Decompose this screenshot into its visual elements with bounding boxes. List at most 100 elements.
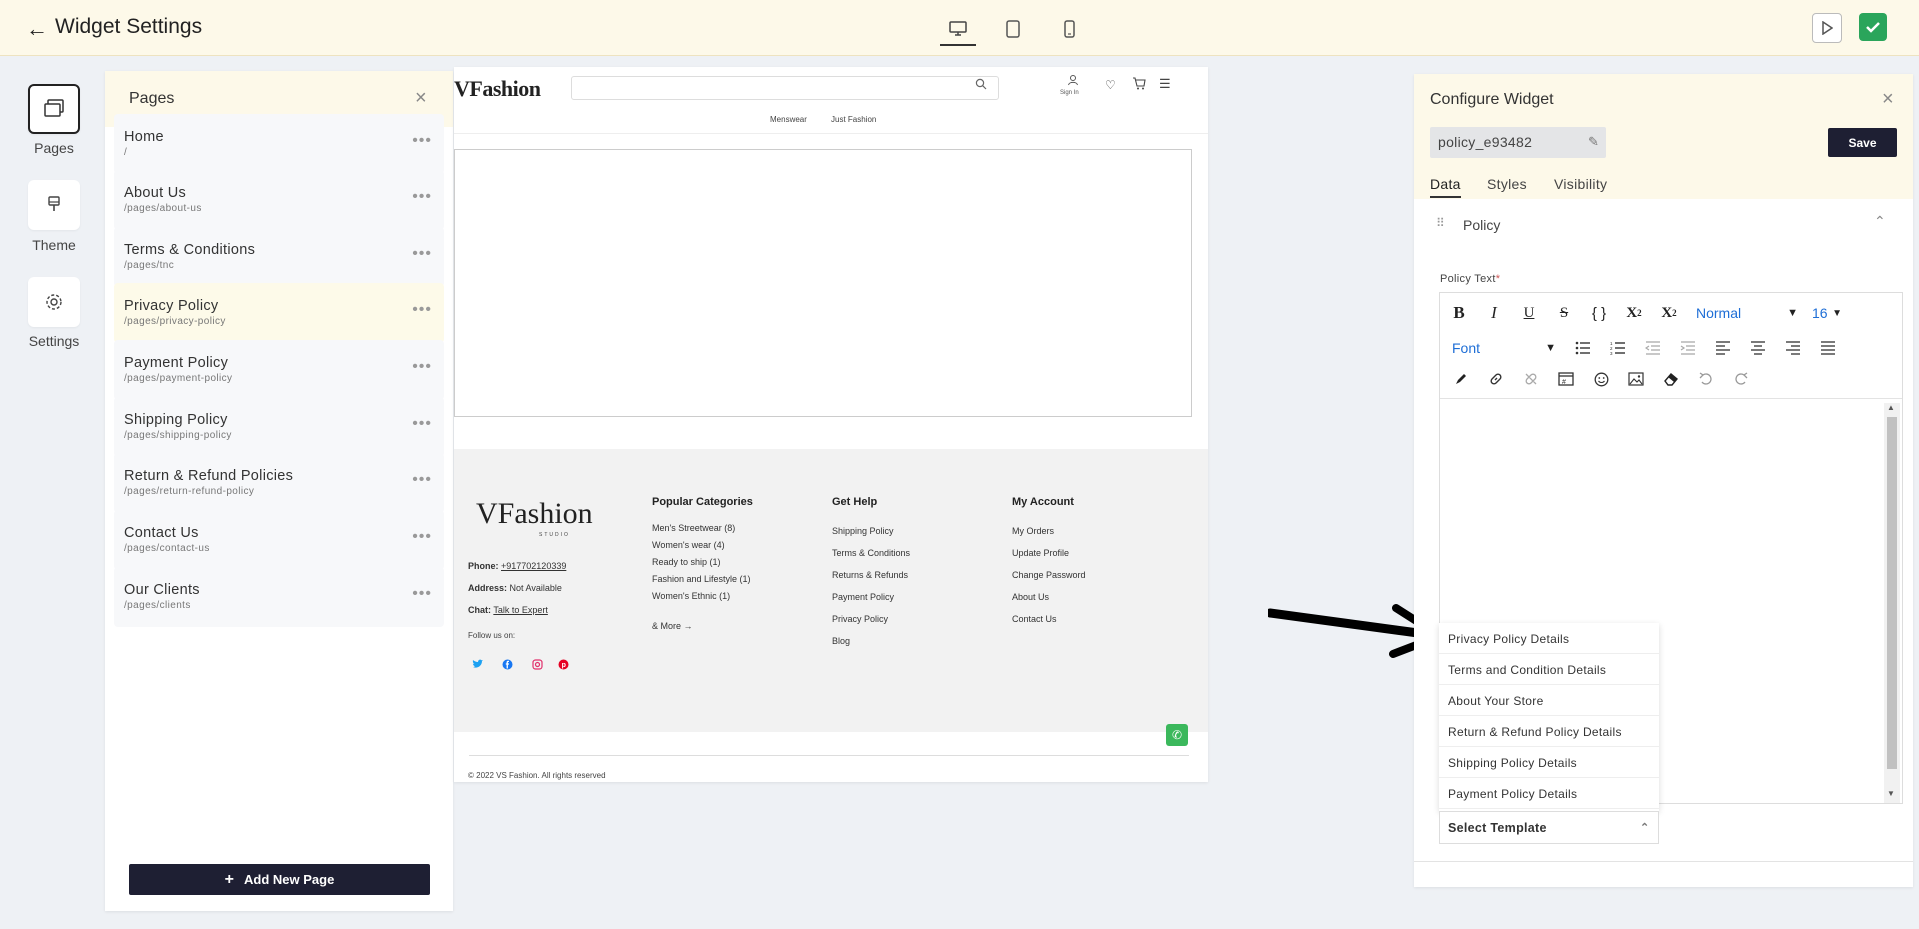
undo-icon[interactable] <box>1693 367 1719 391</box>
cart-icon[interactable] <box>1132 77 1146 93</box>
more-horizontal-icon[interactable]: ••• <box>412 245 432 263</box>
more-horizontal-icon[interactable]: ••• <box>412 415 432 433</box>
more-horizontal-icon[interactable]: ••• <box>412 585 432 603</box>
footer-link[interactable]: Returns & Refunds <box>832 570 908 580</box>
eraser-icon[interactable] <box>1658 367 1684 391</box>
footer-link[interactable]: About Us <box>1012 592 1049 602</box>
template-option[interactable]: Privacy Policy Details <box>1439 623 1659 654</box>
footer-link[interactable]: Men's Streetwear (8) <box>652 523 735 533</box>
widget-name-input[interactable]: policy_e93482 <box>1430 127 1606 158</box>
page-item[interactable]: Return & Refund Policies/pages/return-re… <box>114 453 444 513</box>
rail-theme-button[interactable] <box>28 180 80 230</box>
emoji-icon[interactable] <box>1588 367 1614 391</box>
code-block-icon[interactable]: { } <box>1586 301 1612 325</box>
underline-icon[interactable]: U <box>1516 301 1542 325</box>
footer-link[interactable]: Update Profile <box>1012 548 1069 558</box>
publish-check-button[interactable] <box>1859 13 1887 41</box>
template-option[interactable]: Return & Refund Policy Details <box>1439 716 1659 747</box>
template-option[interactable]: About Your Store <box>1439 685 1659 716</box>
instagram-icon[interactable] <box>532 659 543 673</box>
whatsapp-icon[interactable]: ✆ <box>1166 724 1188 746</box>
search-icon[interactable] <box>975 78 987 93</box>
close-icon[interactable]: × <box>415 87 427 110</box>
rail-pages-button[interactable] <box>28 84 80 134</box>
bullet-list-icon[interactable] <box>1570 336 1596 360</box>
footer-link[interactable]: Blog <box>832 636 850 646</box>
talk-to-expert-link[interactable]: Talk to Expert <box>493 605 548 615</box>
policy-section-title[interactable]: Policy <box>1463 217 1500 233</box>
select-template-dropdown[interactable]: Select Template ⌃ <box>1439 811 1659 844</box>
superscript-icon[interactable]: X2 <box>1621 301 1647 325</box>
text-color-icon[interactable] <box>1448 367 1474 391</box>
desktop-icon[interactable] <box>940 14 976 46</box>
numbered-list-icon[interactable]: 123 <box>1605 336 1631 360</box>
more-horizontal-icon[interactable]: ••• <box>412 528 432 546</box>
page-item[interactable]: Shipping Policy/pages/shipping-policy ••• <box>114 397 444 457</box>
bold-icon[interactable]: B <box>1446 301 1472 325</box>
align-justify-icon[interactable] <box>1815 336 1841 360</box>
facebook-icon[interactable] <box>502 659 513 673</box>
footer-link[interactable]: Fashion and Lifestyle (1) <box>652 574 751 584</box>
footer-link[interactable]: Women's wear (4) <box>652 540 725 550</box>
pencil-icon[interactable]: ✎ <box>1588 134 1599 150</box>
subscript-icon[interactable]: X2 <box>1656 301 1682 325</box>
footer-link[interactable]: Terms & Conditions <box>832 548 910 558</box>
more-horizontal-icon[interactable]: ••• <box>412 471 432 489</box>
page-item[interactable]: About Us/pages/about-us ••• <box>114 170 444 230</box>
page-item[interactable]: Our Clients/pages/clients ••• <box>114 567 444 627</box>
hamburger-menu-icon[interactable]: ☰ <box>1159 76 1171 92</box>
outdent-icon[interactable] <box>1640 336 1666 360</box>
editor-scrollbar[interactable]: ▲ ▼ <box>1884 403 1900 803</box>
chevron-up-icon[interactable]: ⌃ <box>1874 213 1886 230</box>
tab-visibility[interactable]: Visibility <box>1554 176 1607 192</box>
unlink-icon[interactable] <box>1518 367 1544 391</box>
twitter-icon[interactable] <box>472 659 483 672</box>
more-horizontal-icon[interactable]: ••• <box>412 358 432 376</box>
template-option[interactable]: Shipping Policy Details <box>1439 747 1659 778</box>
more-horizontal-icon[interactable]: ••• <box>412 188 432 206</box>
more-link[interactable]: & More → <box>652 621 693 631</box>
arrow-left-icon[interactable]: ← <box>26 16 48 42</box>
add-new-page-button[interactable]: + Add New Page <box>129 864 430 895</box>
rail-settings-button[interactable] <box>28 277 80 327</box>
preview-play-button[interactable] <box>1812 13 1842 43</box>
tab-styles[interactable]: Styles <box>1487 176 1527 192</box>
drag-handle-icon[interactable]: ⠿ <box>1436 216 1445 230</box>
mobile-icon[interactable] <box>1051 14 1087 44</box>
nav-just-fashion[interactable]: Just Fashion <box>831 115 876 124</box>
phone-link[interactable]: +917702120339 <box>501 561 566 571</box>
page-item[interactable]: Privacy Policy/pages/privacy-policy ••• <box>114 283 444 343</box>
link-icon[interactable] <box>1483 367 1509 391</box>
close-icon[interactable]: × <box>1882 88 1894 111</box>
strikethrough-icon[interactable]: S <box>1551 301 1577 325</box>
tab-data[interactable]: Data <box>1430 176 1461 198</box>
nav-menswear[interactable]: Menswear <box>770 115 807 124</box>
footer-link[interactable]: Women's Ethnic (1) <box>652 591 730 601</box>
format-select[interactable]: Normal ▼ <box>1692 301 1802 325</box>
align-right-icon[interactable] <box>1780 336 1806 360</box>
embed-code-icon[interactable]: # <box>1553 367 1579 391</box>
footer-link[interactable]: Privacy Policy <box>832 614 888 624</box>
italic-icon[interactable]: I <box>1481 301 1507 325</box>
footer-link[interactable]: Shipping Policy <box>832 526 894 536</box>
align-left-icon[interactable] <box>1710 336 1736 360</box>
font-select[interactable]: Font ▼ <box>1448 336 1560 360</box>
indent-icon[interactable] <box>1675 336 1701 360</box>
footer-link[interactable]: Contact Us <box>1012 614 1057 624</box>
footer-link[interactable]: Payment Policy <box>832 592 894 602</box>
page-item[interactable]: Home / ••• <box>114 114 444 174</box>
more-horizontal-icon[interactable]: ••• <box>412 301 432 319</box>
sign-in-label[interactable]: Sign In <box>1060 90 1079 96</box>
pinterest-icon[interactable]: p <box>558 659 569 673</box>
scroll-down-icon[interactable]: ▼ <box>1887 789 1895 798</box>
template-option[interactable]: Payment Policy Details <box>1439 778 1659 809</box>
scroll-up-icon[interactable]: ▲ <box>1887 403 1895 412</box>
size-select[interactable]: 16 ▼ <box>1808 301 1846 325</box>
footer-link[interactable]: My Orders <box>1012 526 1054 536</box>
more-horizontal-icon[interactable]: ••• <box>412 132 432 150</box>
image-icon[interactable] <box>1623 367 1649 391</box>
redo-icon[interactable] <box>1728 367 1754 391</box>
scrollbar-thumb[interactable] <box>1887 417 1897 769</box>
page-item[interactable]: Terms & Conditions/pages/tnc ••• <box>114 227 444 287</box>
save-button[interactable]: Save <box>1828 128 1897 157</box>
